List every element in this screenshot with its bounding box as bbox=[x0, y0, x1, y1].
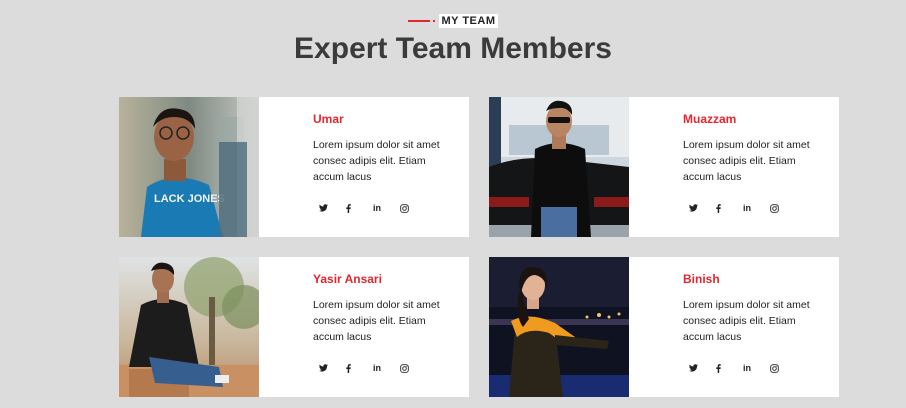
linkedin-icon[interactable]: in bbox=[373, 202, 400, 214]
twitter-icon[interactable] bbox=[689, 362, 716, 374]
member-name: Umar bbox=[313, 112, 344, 126]
eyebrow-line bbox=[408, 20, 431, 22]
social-links: in bbox=[689, 202, 839, 214]
facebook-icon[interactable] bbox=[716, 202, 743, 214]
facebook-icon[interactable] bbox=[346, 202, 373, 214]
instagram-icon[interactable] bbox=[770, 362, 797, 374]
team-card-muazzam: Muazzam Lorem ipsum dolor sit amet conse… bbox=[489, 97, 839, 237]
member-description: Lorem ipsum dolor sit amet consec adipis… bbox=[683, 299, 810, 343]
member-description: Lorem ipsum dolor sit amet consec adipis… bbox=[313, 139, 440, 183]
twitter-icon[interactable] bbox=[319, 202, 346, 214]
member-photo bbox=[489, 257, 629, 397]
linkedin-label: in bbox=[373, 203, 381, 213]
eyebrow-dot bbox=[433, 20, 436, 22]
team-card-umar: LACK JONES Umar Lorem ipsum dolor sit am… bbox=[119, 97, 469, 237]
social-links: in bbox=[319, 202, 469, 214]
svg-text:LACK JONES: LACK JONES bbox=[154, 193, 225, 205]
twitter-icon[interactable] bbox=[319, 362, 346, 374]
member-name: Binish bbox=[683, 272, 720, 286]
team-card-binish: Binish Lorem ipsum dolor sit amet consec… bbox=[489, 257, 839, 397]
member-photo bbox=[119, 257, 259, 397]
linkedin-label: in bbox=[743, 363, 751, 373]
member-description: Lorem ipsum dolor sit amet consec adipis… bbox=[683, 139, 810, 183]
member-name: Muazzam bbox=[683, 112, 737, 126]
linkedin-icon[interactable]: in bbox=[743, 362, 770, 374]
social-links: in bbox=[689, 362, 839, 374]
linkedin-icon[interactable]: in bbox=[743, 202, 770, 214]
member-description: Lorem ipsum dolor sit amet consec adipis… bbox=[313, 299, 440, 343]
team-card-yasir-ansari: Yasir Ansari Lorem ipsum dolor sit amet … bbox=[119, 257, 469, 397]
facebook-icon[interactable] bbox=[716, 362, 743, 374]
section-title: Expert Team Members bbox=[294, 32, 612, 65]
member-name: Yasir Ansari bbox=[313, 272, 382, 286]
social-links: in bbox=[319, 362, 469, 374]
member-photo: LACK JONES bbox=[119, 97, 259, 237]
facebook-icon[interactable] bbox=[346, 362, 373, 374]
instagram-icon[interactable] bbox=[400, 362, 427, 374]
section-eyebrow: MY TEAM bbox=[0, 9, 906, 28]
linkedin-icon[interactable]: in bbox=[373, 362, 400, 374]
instagram-icon[interactable] bbox=[400, 202, 427, 214]
twitter-icon[interactable] bbox=[689, 202, 716, 214]
eyebrow-text: MY TEAM bbox=[439, 14, 498, 28]
member-photo bbox=[489, 97, 629, 237]
linkedin-label: in bbox=[373, 363, 381, 373]
linkedin-label: in bbox=[743, 203, 751, 213]
instagram-icon[interactable] bbox=[770, 202, 797, 214]
